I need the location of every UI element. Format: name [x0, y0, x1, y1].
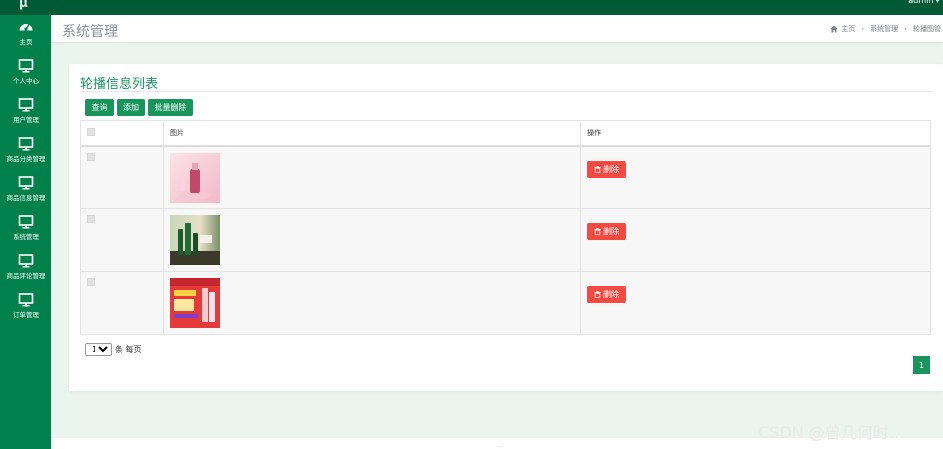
table-row: 删除	[80, 271, 931, 335]
breadcrumb-current: 轮播图管	[913, 25, 941, 33]
footer-text: …	[496, 442, 502, 449]
trash-icon	[594, 291, 601, 298]
query-button[interactable]: 查询	[85, 99, 114, 116]
column-header-action: 操作	[580, 120, 931, 146]
page-number-button[interactable]: 1	[913, 356, 930, 374]
breadcrumb-system[interactable]: 系统管理	[870, 24, 898, 34]
sidebar-item-profile[interactable]: 个人中心	[0, 54, 51, 93]
carousel-table: 图片 操作 删除 删除 删除	[80, 120, 931, 335]
sidebar-item-system[interactable]: 系统管理	[0, 210, 51, 249]
row-checkbox[interactable]	[87, 215, 95, 223]
table-row: 删除	[80, 145, 931, 209]
sidebar-item-comments[interactable]: 商品评论管理	[0, 249, 51, 288]
monitor-icon	[18, 254, 33, 268]
pink-product-thumbnail[interactable]	[170, 152, 220, 203]
monitor-icon	[18, 215, 33, 229]
action-cell: 删除	[580, 271, 931, 335]
breadcrumb: 主页 › 系统管理 › 轮播图管	[830, 24, 941, 34]
select-all-cell	[80, 120, 164, 146]
user-menu[interactable]: admin ▾	[908, 0, 939, 5]
column-header-image: 图片	[163, 120, 581, 146]
card-title: 轮播信息列表	[80, 77, 159, 92]
delete-label: 删除	[603, 164, 619, 174]
page-title: 系统管理	[62, 24, 118, 40]
delete-button[interactable]: 删除	[587, 286, 626, 303]
watermark: CSDN @曾几何时…	[758, 423, 905, 442]
checkbox-cell	[80, 208, 164, 272]
sidebar-item-home[interactable]: 主页	[0, 15, 51, 54]
sidebar-item-users[interactable]: 用户管理	[0, 93, 51, 132]
checkbox-cell	[80, 145, 164, 209]
carousel-list-card: 轮播信息列表 查询 添加 批量删除 图片 操作 删除 删除 删除 10 条 每页…	[69, 64, 943, 391]
image-cell	[163, 271, 581, 335]
action-cell: 删除	[580, 208, 931, 272]
image-cell	[163, 145, 581, 209]
sidebar-item-label: 商品分类管理	[6, 155, 45, 163]
sidebar-item-label: 系统管理	[12, 233, 39, 241]
sidebar-item-label: 订单管理	[12, 311, 39, 319]
monitor-icon	[18, 176, 33, 190]
sidebar-item-label: 主页	[19, 38, 32, 46]
table-row: 删除	[80, 208, 931, 272]
breadcrumb-separator-icon: ›	[904, 25, 907, 33]
table-header-row: 图片 操作	[80, 120, 931, 146]
green-bottles-thumbnail[interactable]	[170, 215, 220, 265]
add-button[interactable]: 添加	[117, 99, 145, 116]
per-page-label: 条 每页	[115, 345, 142, 354]
sidebar-item-label: 商品信息管理	[6, 194, 45, 202]
sidebar-item-label: 商品评论管理	[6, 272, 45, 280]
sidebar-item-products[interactable]: 商品信息管理	[0, 171, 51, 210]
batch-delete-button[interactable]: 批量删除	[148, 99, 193, 116]
home-icon	[830, 25, 838, 33]
image-cell	[163, 208, 581, 272]
dashboard-icon	[19, 24, 32, 31]
red-promo-thumbnail[interactable]	[170, 278, 220, 328]
checkbox-cell	[80, 271, 164, 335]
row-checkbox[interactable]	[87, 152, 95, 161]
monitor-icon	[18, 59, 33, 73]
top-bar: μ admin ▾	[0, 0, 943, 15]
breadcrumb-home[interactable]: 主页	[841, 24, 855, 34]
brand-logo: μ	[19, 0, 28, 10]
delete-label: 删除	[603, 290, 619, 299]
monitor-icon	[18, 137, 33, 151]
row-checkbox[interactable]	[87, 278, 95, 286]
sidebar-item-label: 个人中心	[12, 77, 39, 85]
action-cell: 删除	[580, 145, 931, 209]
chevron-down-icon: ▾	[935, 0, 939, 5]
monitor-icon	[18, 98, 33, 112]
divider	[80, 91, 931, 92]
delete-button[interactable]: 删除	[587, 160, 626, 178]
sidebar-item-orders[interactable]: 订单管理	[0, 288, 51, 327]
select-all-checkbox[interactable]	[87, 127, 95, 136]
sidebar-item-categories[interactable]: 商品分类管理	[0, 132, 51, 171]
delete-button[interactable]: 删除	[587, 223, 626, 240]
trash-icon	[594, 165, 601, 173]
user-name: admin	[908, 0, 934, 5]
sidebar: 主页 个人中心 用户管理 商品分类管理 商品信息管理 系统管理 商品评论管理 订…	[0, 15, 51, 449]
sidebar-item-label: 用户管理	[12, 116, 39, 124]
page-header: 系统管理 主页 › 系统管理 › 轮播图管	[51, 15, 943, 43]
trash-icon	[594, 228, 601, 235]
monitor-icon	[18, 293, 33, 307]
page-size-select[interactable]: 10	[85, 343, 112, 356]
delete-label: 删除	[603, 227, 619, 236]
breadcrumb-separator-icon: ›	[861, 25, 865, 33]
